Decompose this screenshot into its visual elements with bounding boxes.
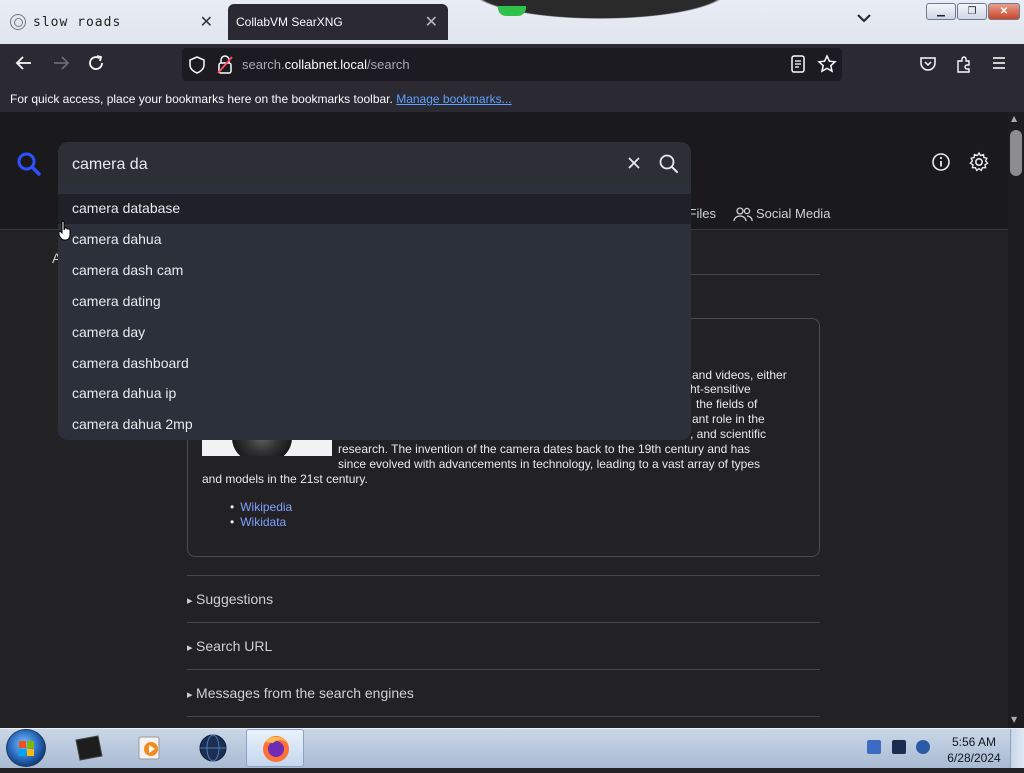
infobox-text: ant role in the bbox=[692, 412, 765, 426]
autocomplete-item[interactable]: camera dash cam bbox=[72, 262, 183, 278]
scroll-down-icon[interactable]: ▼ bbox=[1011, 715, 1017, 724]
divider bbox=[187, 716, 820, 717]
engine-messages-section[interactable]: Messages from the search engines bbox=[187, 685, 414, 701]
search-submit-icon[interactable] bbox=[658, 153, 680, 180]
bookmarks-message: For quick access, place your bookmarks h… bbox=[10, 92, 393, 106]
autocomplete-item[interactable]: camera day bbox=[72, 324, 145, 340]
tray-network-icon[interactable] bbox=[867, 740, 881, 754]
taskbar-app-media-player[interactable] bbox=[134, 732, 168, 764]
divider bbox=[187, 622, 820, 623]
divider bbox=[187, 669, 820, 670]
wikipedia-link[interactable]: Wikipedia bbox=[230, 500, 292, 514]
terminal-icon bbox=[75, 735, 103, 761]
page-scrollbar[interactable] bbox=[1008, 112, 1024, 728]
infobox-text: , and scientific bbox=[690, 427, 767, 441]
windows-logo-icon bbox=[19, 741, 34, 756]
tab-slow-roads[interactable]: slow roads ✕ bbox=[0, 4, 226, 40]
reload-button[interactable] bbox=[85, 54, 107, 76]
taskbar-app-firefox[interactable] bbox=[246, 729, 304, 767]
lock-warning-icon[interactable] bbox=[216, 55, 234, 80]
infobox-text: the fields of bbox=[696, 397, 758, 411]
autocomplete-item[interactable]: camera dating bbox=[72, 293, 161, 309]
fingerprint-icon bbox=[10, 14, 26, 30]
infobox-text: research. The invention of the camera da… bbox=[338, 442, 751, 456]
infobox-text: and models in the 21st century. bbox=[202, 472, 368, 486]
tab-title: CollabVM SearXNG bbox=[236, 15, 343, 29]
close-window-button[interactable]: ✕ bbox=[988, 3, 1020, 20]
globe-icon bbox=[199, 734, 227, 762]
tray-display-icon[interactable] bbox=[892, 740, 906, 754]
pocket-icon[interactable] bbox=[919, 55, 937, 78]
tab-searxng[interactable]: CollabVM SearXNG ✕ bbox=[228, 4, 448, 40]
forward-button[interactable] bbox=[50, 54, 72, 76]
firefox-icon bbox=[263, 736, 289, 762]
mouse-cursor-icon bbox=[58, 220, 71, 242]
search-input[interactable] bbox=[58, 142, 691, 186]
list-all-tabs-button[interactable] bbox=[853, 10, 875, 32]
search-url-section[interactable]: Search URL bbox=[187, 638, 272, 654]
tab-title: slow roads bbox=[33, 14, 122, 30]
clock-time: 5:56 AM bbox=[951, 735, 997, 749]
gear-icon[interactable] bbox=[968, 151, 990, 178]
chevron-down-icon bbox=[857, 14, 871, 23]
show-desktop-button[interactable] bbox=[1010, 729, 1024, 768]
clock-date: 6/28/2024 bbox=[947, 751, 1001, 765]
divider bbox=[187, 575, 820, 576]
autocomplete-item[interactable]: camera dashboard bbox=[72, 355, 189, 371]
category-social-media[interactable]: Social Media bbox=[756, 206, 830, 221]
autocomplete-item[interactable]: camera dahua bbox=[72, 231, 162, 247]
start-button[interactable] bbox=[6, 729, 46, 767]
divider bbox=[690, 274, 820, 275]
autocomplete-item[interactable]: camera dahua 2mp bbox=[72, 416, 193, 432]
wikidata-link[interactable]: Wikidata bbox=[230, 515, 286, 529]
back-arrow-icon bbox=[15, 56, 31, 70]
bookmarks-toolbar: For quick access, place your bookmarks h… bbox=[0, 86, 1024, 112]
extensions-icon[interactable] bbox=[955, 55, 973, 78]
close-tab-icon[interactable]: ✕ bbox=[200, 12, 214, 31]
url-text[interactable]: search.collabnet.local/search bbox=[242, 57, 410, 72]
reload-icon bbox=[89, 55, 103, 70]
social-media-icon[interactable] bbox=[733, 206, 753, 227]
bookmark-star-icon[interactable] bbox=[817, 54, 837, 79]
infobox-text: ht-sensitive bbox=[690, 382, 751, 396]
forward-arrow-icon bbox=[54, 56, 70, 70]
clear-search-icon[interactable] bbox=[626, 155, 642, 176]
infobox-text: since evolved with advancements in techn… bbox=[338, 457, 761, 471]
close-tab-icon[interactable]: ✕ bbox=[425, 12, 438, 31]
autocomplete-item[interactable]: camera database bbox=[72, 200, 180, 216]
suggestions-section[interactable]: Suggestions bbox=[187, 591, 273, 607]
autocomplete-dropdown bbox=[58, 186, 691, 440]
autocomplete-item[interactable]: camera dahua ip bbox=[72, 385, 176, 401]
decorative-shape bbox=[440, 0, 760, 26]
back-button[interactable] bbox=[13, 54, 35, 76]
taskbar-app-globe[interactable] bbox=[196, 732, 230, 764]
media-player-icon bbox=[138, 736, 160, 760]
restore-button[interactable]: ❐ bbox=[957, 3, 987, 20]
reader-view-icon[interactable] bbox=[790, 55, 806, 78]
taskbar-app-terminal[interactable] bbox=[72, 732, 106, 764]
info-icon[interactable] bbox=[931, 152, 951, 177]
search-query-text[interactable]: camera da bbox=[72, 156, 148, 174]
infobox-text: and videos, either bbox=[692, 368, 787, 382]
scroll-up-icon[interactable]: ▲ bbox=[1011, 114, 1017, 123]
tray-volume-icon[interactable] bbox=[916, 740, 930, 754]
manage-bookmarks-link[interactable]: Manage bookmarks... bbox=[396, 92, 511, 106]
taskbar-clock[interactable]: 5:56 AM 6/28/2024 bbox=[944, 734, 1004, 766]
decorative-accent bbox=[498, 6, 526, 16]
hamburger-menu-icon[interactable] bbox=[991, 56, 1007, 75]
scrollbar-thumb[interactable] bbox=[1010, 130, 1022, 176]
minimize-button[interactable]: ▁ bbox=[926, 3, 956, 20]
searxng-logo-icon[interactable] bbox=[16, 151, 42, 182]
shield-icon[interactable] bbox=[188, 56, 206, 79]
